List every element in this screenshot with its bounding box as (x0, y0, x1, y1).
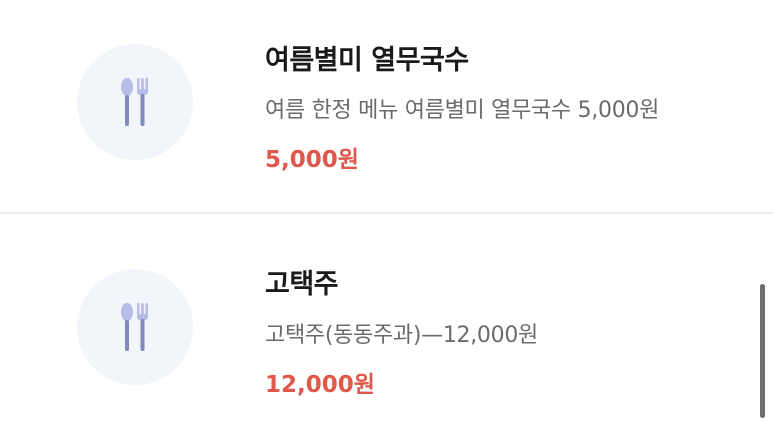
fork-spoon-icon (121, 303, 148, 351)
menu-item-name: 여름별미 열무국수 (265, 45, 469, 76)
menu-list-page: 여름별미 열무국수 여름 한정 메뉴 여름별미 열무국수 5,000원 5,00… (0, 0, 773, 421)
menu-item-thumbnail (77, 269, 193, 385)
menu-item-price: 12,000원 (265, 372, 375, 398)
menu-item-thumbnail (77, 44, 193, 160)
fork-spoon-icon (121, 78, 148, 126)
scrollbar[interactable] (760, 284, 765, 418)
menu-item-description: 여름 한정 메뉴 여름별미 열무국수 5,000원 (265, 98, 660, 123)
menu-item-description: 고택주(동동주과)—12,000원 (265, 323, 538, 348)
menu-item-price: 5,000원 (265, 147, 359, 173)
menu-item-yeolmu-guksu[interactable]: 여름별미 열무국수 여름 한정 메뉴 여름별미 열무국수 5,000원 5,00… (0, 0, 773, 210)
menu-item-name: 고택주 (265, 269, 339, 300)
menu-item-gotaekju[interactable]: 고택주 고택주(동동주과)—12,000원 12,000원 (0, 214, 773, 421)
